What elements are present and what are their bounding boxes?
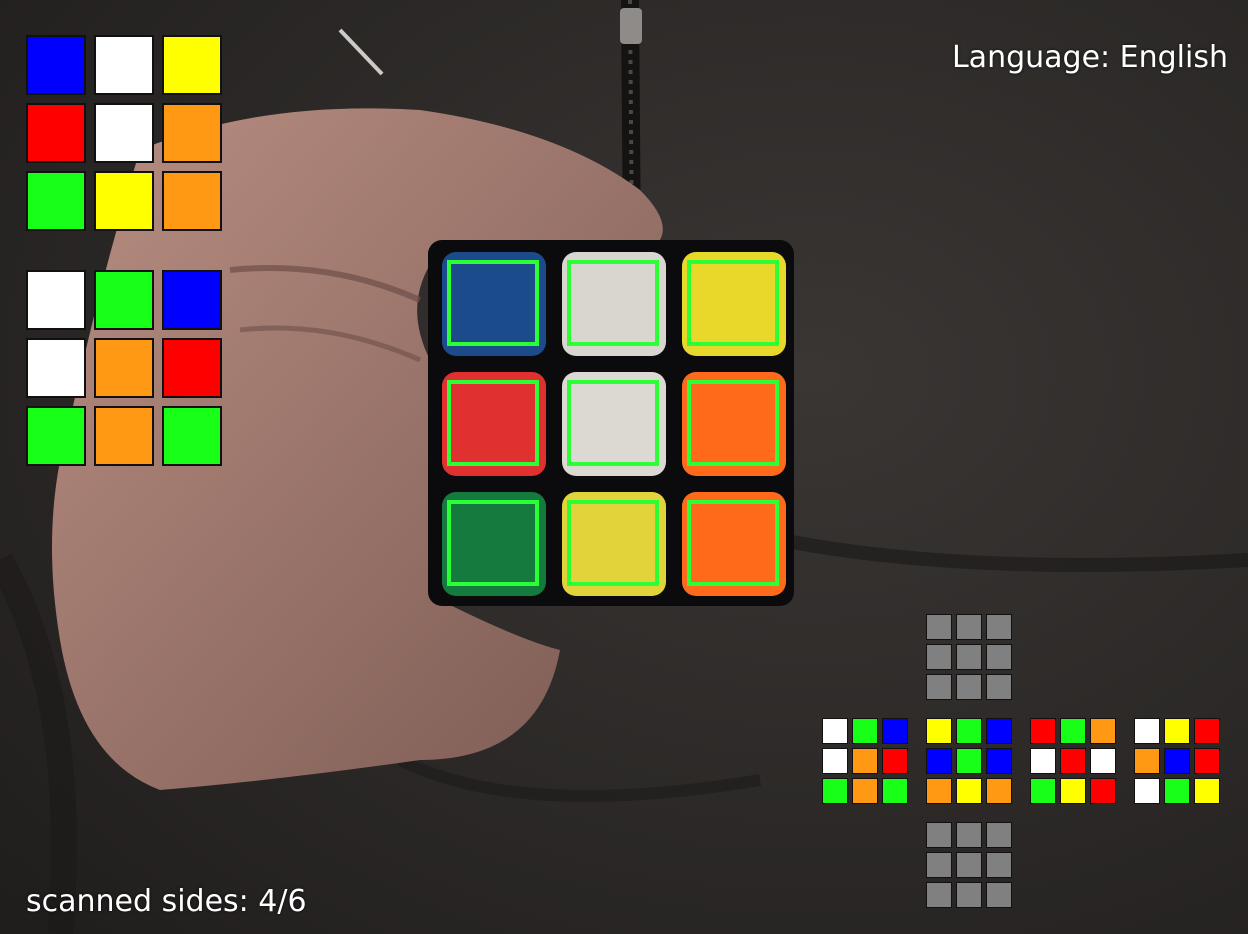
detected-face-preview	[26, 270, 222, 466]
preview-swatch	[26, 171, 86, 231]
cube-tile	[682, 252, 786, 356]
net-sticker	[1030, 778, 1056, 804]
net-sticker	[986, 882, 1012, 908]
net-sticker	[926, 748, 952, 774]
net-sticker	[852, 748, 878, 774]
detected-swatch	[162, 406, 222, 466]
net-sticker	[1090, 778, 1116, 804]
scanned-sides-status: scanned sides: 4/6	[26, 884, 307, 919]
net-sticker	[1194, 778, 1220, 804]
net-sticker	[852, 778, 878, 804]
net-sticker	[926, 882, 952, 908]
preview-swatch	[162, 171, 222, 231]
net-sticker	[1194, 748, 1220, 774]
net-sticker	[926, 852, 952, 878]
net-sticker	[986, 674, 1012, 700]
net-sticker	[986, 852, 1012, 878]
cube-tile	[442, 372, 546, 476]
net-sticker	[1060, 718, 1086, 744]
net-sticker	[1090, 718, 1116, 744]
net-sticker	[822, 778, 848, 804]
net-sticker	[956, 778, 982, 804]
detected-swatch	[94, 270, 154, 330]
net-sticker	[822, 718, 848, 744]
net-sticker	[882, 718, 908, 744]
detected-swatch	[94, 338, 154, 398]
preview-swatch	[94, 171, 154, 231]
net-sticker	[1194, 718, 1220, 744]
preview-swatch	[94, 103, 154, 163]
net-sticker	[882, 778, 908, 804]
preview-swatch	[26, 35, 86, 95]
net-sticker	[852, 718, 878, 744]
net-sticker	[822, 748, 848, 774]
preview-swatch	[162, 103, 222, 163]
net-sticker	[956, 882, 982, 908]
cube-tile	[562, 492, 666, 596]
net-face-left	[822, 718, 908, 804]
net-sticker	[1060, 778, 1086, 804]
net-sticker	[986, 718, 1012, 744]
net-sticker	[882, 748, 908, 774]
detected-swatch	[26, 338, 86, 398]
net-face-front	[926, 718, 1012, 804]
net-sticker	[986, 644, 1012, 670]
net-sticker	[926, 614, 952, 640]
current-scan-preview	[26, 35, 222, 231]
net-sticker	[1164, 778, 1190, 804]
net-sticker	[956, 614, 982, 640]
net-sticker	[1090, 748, 1116, 774]
net-sticker	[926, 778, 952, 804]
language-label[interactable]: Language: English	[952, 40, 1228, 75]
net-sticker	[1060, 748, 1086, 774]
detected-swatch	[162, 338, 222, 398]
detected-swatch	[162, 270, 222, 330]
cube-tile	[442, 252, 546, 356]
cube-tile	[562, 372, 666, 476]
camera-cube	[428, 240, 794, 606]
detected-swatch	[26, 406, 86, 466]
net-sticker	[1134, 778, 1160, 804]
cube-tile	[442, 492, 546, 596]
cube-tile	[682, 492, 786, 596]
net-sticker	[926, 644, 952, 670]
net-sticker	[956, 822, 982, 848]
net-sticker	[986, 614, 1012, 640]
net-face-down	[926, 822, 1012, 908]
net-face-right	[1030, 718, 1116, 804]
net-sticker	[956, 674, 982, 700]
net-sticker	[956, 852, 982, 878]
net-sticker	[1134, 718, 1160, 744]
net-sticker	[1164, 718, 1190, 744]
net-sticker	[956, 644, 982, 670]
net-sticker	[926, 822, 952, 848]
preview-swatch	[94, 35, 154, 95]
cube-tile	[562, 252, 666, 356]
net-sticker	[986, 822, 1012, 848]
net-sticker	[956, 748, 982, 774]
preview-swatch	[162, 35, 222, 95]
net-sticker	[926, 718, 952, 744]
detected-swatch	[26, 270, 86, 330]
net-sticker	[926, 674, 952, 700]
cube-tile	[682, 372, 786, 476]
net-sticker	[986, 778, 1012, 804]
net-sticker	[1134, 748, 1160, 774]
net-face-back	[1134, 718, 1220, 804]
net-face-up	[926, 614, 1012, 700]
net-sticker	[956, 718, 982, 744]
net-sticker	[1164, 748, 1190, 774]
net-sticker	[1030, 718, 1056, 744]
detected-swatch	[94, 406, 154, 466]
net-sticker	[986, 748, 1012, 774]
net-sticker	[1030, 748, 1056, 774]
preview-swatch	[26, 103, 86, 163]
